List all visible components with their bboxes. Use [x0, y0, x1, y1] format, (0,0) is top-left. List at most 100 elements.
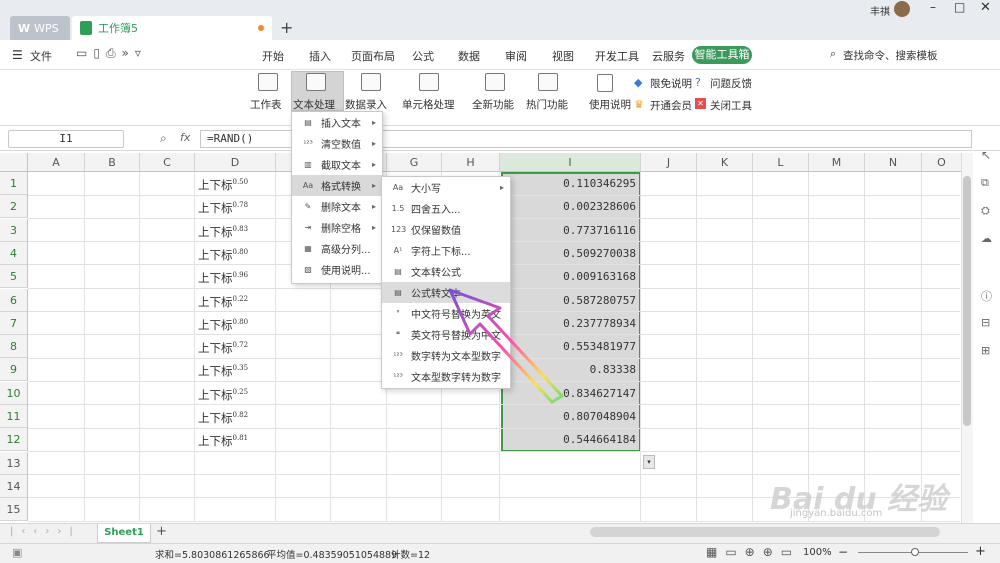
menu-tab-2[interactable]: 页面布局 [351, 48, 395, 64]
zoom-in-icon[interactable]: + [975, 544, 986, 559]
menu-tab-6[interactable]: 视图 [552, 48, 574, 64]
text-menu-item-0[interactable]: ▤ 插入文本 ▸ [292, 112, 382, 133]
autofill-options-icon[interactable]: ▾ [643, 455, 655, 469]
sheet-nav-arrows[interactable]: |‹‹››| [10, 526, 81, 537]
row-header-9[interactable]: 9 [0, 358, 28, 382]
zoom-out-icon[interactable]: − [838, 545, 848, 559]
backup-icon[interactable]: ☁ [981, 232, 992, 245]
text-menu-item-4[interactable]: ✎ 删除文本 ▸ [292, 196, 382, 217]
ribbon-group-0[interactable]: 工作表 [250, 97, 282, 112]
file-menu[interactable]: 文件 [30, 48, 52, 64]
col-header-7[interactable]: H [442, 153, 500, 172]
col-header-12[interactable]: M [809, 153, 865, 172]
row-header-2[interactable]: 2 [0, 195, 28, 219]
close-icon[interactable]: ✕ [980, 0, 991, 15]
row-header-4[interactable]: 4 [0, 241, 28, 265]
col-header-6[interactable]: G [387, 153, 442, 172]
row-header-10[interactable]: 10 [0, 381, 28, 405]
add-sheet-button[interactable]: + [156, 524, 167, 539]
shape-icon[interactable]: ⧉ [981, 176, 989, 190]
row-header-3[interactable]: 3 [0, 218, 28, 242]
select-all-corner[interactable] [0, 153, 28, 172]
row-header-7[interactable]: 7 [0, 311, 28, 335]
col-header-9[interactable]: J [641, 153, 697, 172]
zoom-level[interactable]: 100% [803, 547, 832, 558]
cell-i12[interactable]: 0.544664184 [502, 433, 638, 446]
cell-d7[interactable]: 上下标0.80 [198, 317, 276, 333]
view-mode-icons[interactable]: ▦▭⊕⊕▭ [706, 545, 800, 559]
col-header-1[interactable]: B [85, 153, 140, 172]
row-header-6[interactable]: 6 [0, 288, 28, 312]
style-icon[interactable]: ⛭ [981, 204, 990, 218]
macro-icon[interactable]: ▣ [12, 546, 22, 559]
tab-workbook[interactable]: 工作簿5 [72, 16, 272, 40]
row-header-1[interactable]: 1 [0, 172, 28, 195]
menu-tab-1[interactable]: 插入 [309, 48, 331, 64]
ribbon-group-2[interactable]: 数据录入 [345, 97, 387, 112]
apps-icon[interactable]: ⊞ [981, 344, 990, 357]
col-header-13[interactable]: N [865, 153, 922, 172]
menu-tab-7[interactable]: 开发工具 [595, 48, 639, 64]
format-menu-item-3[interactable]: A¹ 字符上下标... [382, 240, 510, 261]
text-menu-item-3[interactable]: Aa 格式转换 ▸ [292, 175, 382, 196]
format-menu-item-1[interactable]: 1.5 四舍五入... [382, 198, 510, 219]
cell-d3[interactable]: 上下标0.83 [198, 224, 276, 240]
text-menu-item-1[interactable]: ¹²³ 清空数值 ▸ [292, 133, 382, 154]
cell-d6[interactable]: 上下标0.22 [198, 294, 276, 310]
split-icon[interactable]: ⊟ [981, 316, 990, 329]
cell-i3[interactable]: 0.773716116 [502, 224, 638, 237]
free-limit-link[interactable]: 限免说明 [650, 76, 692, 91]
ribbon-group-1[interactable]: 文本处理 [293, 97, 335, 112]
cell-i2[interactable]: 0.002328606 [502, 200, 638, 213]
col-header-2[interactable]: C [140, 153, 195, 172]
col-header-8[interactable]: I [500, 153, 641, 172]
ribbon-group-5[interactable]: 热门功能 [526, 97, 568, 112]
row-header-14[interactable]: 14 [0, 474, 28, 498]
cell-d1[interactable]: 上下标0.50 [198, 177, 276, 193]
menu-tab-0[interactable]: 开始 [262, 48, 284, 64]
cell-d2[interactable]: 上下标0.78 [198, 200, 276, 216]
cell-i11[interactable]: 0.807048904 [502, 410, 638, 423]
zoom-search-icon[interactable]: ⌕ [160, 131, 167, 146]
command-search[interactable]: 查找命令、搜索模板 [843, 48, 938, 63]
row-header-11[interactable]: 11 [0, 405, 28, 428]
cell-d11[interactable]: 上下标0.82 [198, 410, 276, 426]
zoom-slider-knob[interactable] [911, 548, 919, 556]
text-menu-item-5[interactable]: ⇥ 删除空格 ▸ [292, 217, 382, 238]
vertical-scroll-thumb[interactable] [963, 176, 971, 426]
cell-d5[interactable]: 上下标0.96 [198, 270, 276, 286]
row-header-13[interactable]: 13 [0, 451, 28, 475]
text-menu-item-7[interactable]: ▧ 使用说明... [292, 259, 382, 280]
hamburger-icon[interactable]: ☰ [12, 48, 23, 62]
cursor-icon[interactable]: ↖ [981, 148, 991, 162]
row-header-12[interactable]: 12 [0, 428, 28, 452]
menu-tab-4[interactable]: 数据 [458, 48, 480, 64]
feedback-link[interactable]: 问题反馈 [710, 76, 752, 91]
col-header-3[interactable]: D [195, 153, 276, 172]
ribbon-group-4[interactable]: 全新功能 [472, 97, 514, 112]
new-tab-button[interactable]: + [280, 18, 293, 37]
format-menu-item-4[interactable]: ▤ 文本转公式 [382, 261, 510, 282]
minimize-icon[interactable]: – [930, 0, 936, 14]
cell-i1[interactable]: 0.110346295 [502, 177, 638, 190]
text-menu-item-6[interactable]: ▦ 高级分列... [292, 238, 382, 259]
maximize-icon[interactable]: □ [954, 0, 965, 14]
ribbon-usage-label[interactable]: 使用说明 [589, 97, 631, 112]
menu-tab-3[interactable]: 公式 [412, 48, 434, 64]
ribbon-group-3[interactable]: 单元格处理 [402, 97, 455, 112]
format-menu-item-0[interactable]: Aa 大小写 ▸ [382, 177, 510, 198]
cell-d10[interactable]: 上下标0.25 [198, 387, 276, 403]
row-header-8[interactable]: 8 [0, 335, 28, 359]
quick-access-icons[interactable]: ▭▯⎙»▿ [76, 46, 147, 61]
avatar[interactable] [894, 1, 910, 17]
name-box[interactable]: I1 [8, 130, 124, 148]
cell-i4[interactable]: 0.509270038 [502, 247, 638, 260]
fx-label[interactable]: fx [180, 131, 190, 144]
cell-d4[interactable]: 上下标0.80 [198, 247, 276, 263]
tab-smart-toolbox[interactable]: 智能工具箱 [692, 46, 752, 64]
row-header-5[interactable]: 5 [0, 265, 28, 289]
menu-tab-8[interactable]: 云服务 [652, 48, 685, 64]
col-header-14[interactable]: O [922, 153, 962, 172]
format-menu-item-2[interactable]: 123 仅保留数值 [382, 219, 510, 240]
text-menu-item-2[interactable]: ▥ 截取文本 ▸ [292, 154, 382, 175]
